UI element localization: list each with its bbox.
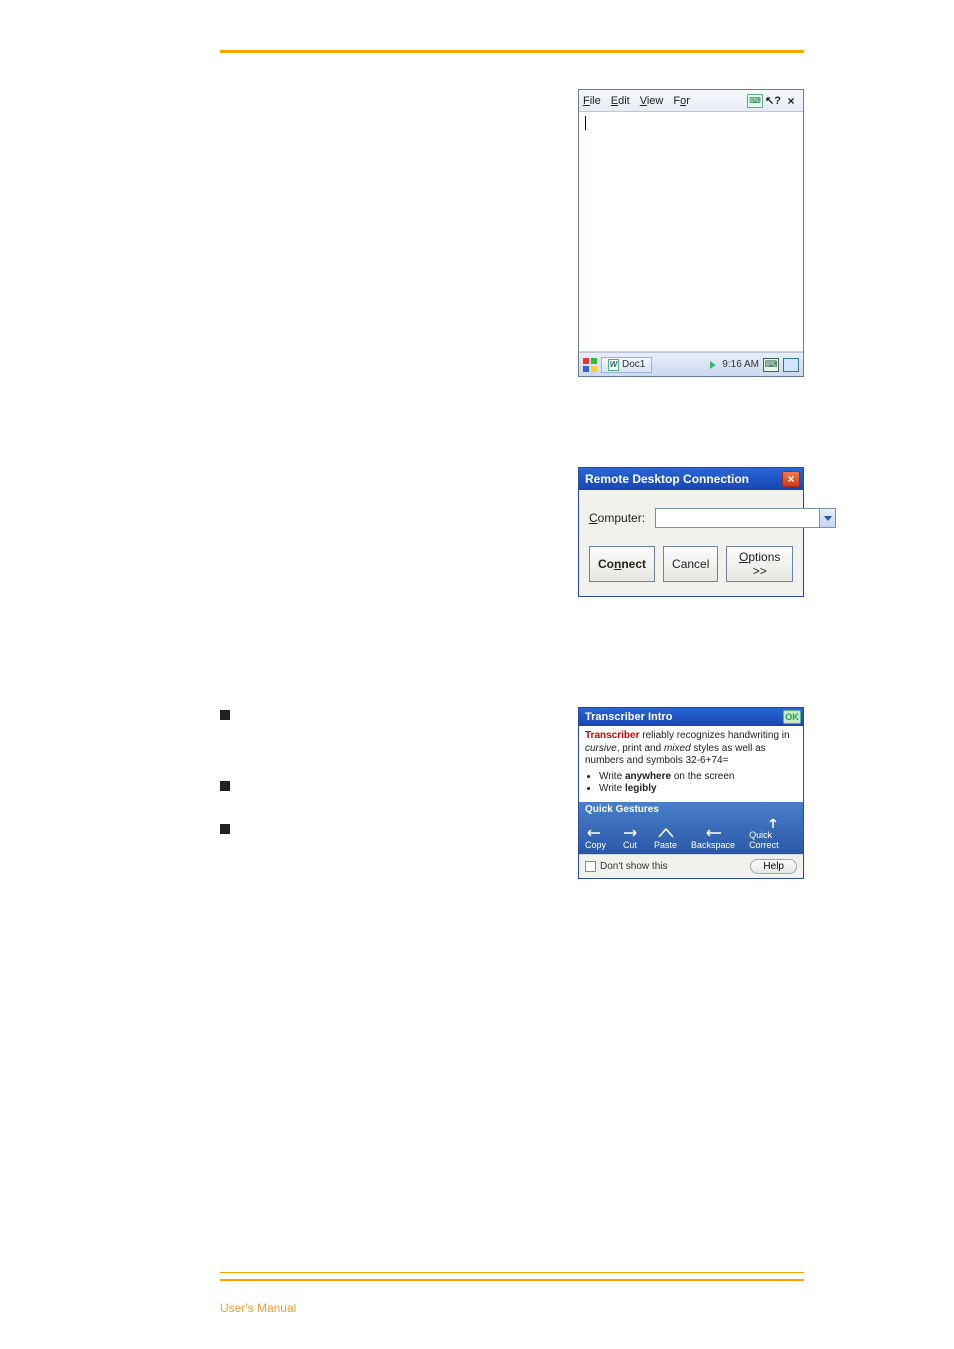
- rdc-computer-input[interactable]: [656, 509, 819, 527]
- transcriber-title-text: Transcriber Intro: [585, 711, 672, 723]
- rdc-computer-label: Computer:: [589, 511, 645, 525]
- taskbar-clock: 9:16 AM: [722, 359, 759, 370]
- gesture-backspace-icon: [703, 827, 723, 839]
- square-bullet-icon: [220, 824, 230, 834]
- gesture-copy-icon: [586, 827, 606, 839]
- gesture-quick-correct-icon: [763, 817, 783, 829]
- gesture-cut-icon: [620, 827, 640, 839]
- dont-show-checkbox[interactable]: [585, 861, 596, 872]
- page-footer: User's Manual: [220, 1272, 804, 1315]
- close-icon[interactable]: ×: [783, 94, 799, 108]
- menu-edit[interactable]: Edit: [611, 95, 630, 107]
- gesture-paste: Paste: [654, 827, 677, 850]
- dont-show-label: Don't show this: [600, 861, 668, 872]
- text-cursor: [585, 116, 586, 130]
- transcriber-bullet: Write anywhere on the screen: [599, 771, 797, 784]
- wordpad-window: FFileile Edit View For ⌨ ↖? × W D: [578, 89, 804, 377]
- gesture-quick-correct: Quick Correct: [749, 817, 797, 850]
- ok-button[interactable]: OK: [783, 710, 801, 724]
- close-icon[interactable]: ×: [782, 471, 800, 487]
- taskbar-doc-label: Doc1: [622, 359, 645, 370]
- bullet-item: [220, 778, 558, 791]
- body-text-placeholder-2: [220, 467, 558, 477]
- input-panel-icon[interactable]: ⌨: [763, 358, 779, 372]
- rdc-computer-combo[interactable]: [655, 508, 836, 528]
- top-rule: [220, 50, 804, 53]
- transcriber-intro-text: Transcriber reliably recognizes handwrit…: [579, 726, 803, 802]
- rdc-titlebar: Remote Desktop Connection ×: [579, 468, 803, 490]
- gesture-paste-icon: [656, 827, 676, 839]
- rdc-title-text: Remote Desktop Connection: [585, 472, 749, 486]
- tray-arrow-icon[interactable]: [710, 361, 716, 369]
- cancel-button[interactable]: Cancel: [663, 546, 718, 582]
- menu-file[interactable]: FFileile: [583, 95, 601, 107]
- square-bullet-icon: [220, 781, 230, 791]
- wordpad-icon: W: [608, 359, 619, 371]
- menu-format[interactable]: For: [673, 95, 690, 107]
- transcriber-bullet: Write legibly: [599, 783, 797, 796]
- dropdown-icon[interactable]: [819, 509, 835, 527]
- taskbar-doc-button[interactable]: W Doc1: [601, 357, 652, 373]
- bullet-item: [220, 707, 558, 720]
- wordpad-menubar: FFileile Edit View For ⌨ ↖? ×: [579, 90, 803, 112]
- quick-gestures-title: Quick Gestures: [585, 804, 797, 815]
- context-help-icon[interactable]: ↖?: [765, 94, 781, 108]
- show-desktop-icon[interactable]: [783, 358, 799, 372]
- connect-button[interactable]: Connect: [589, 546, 655, 582]
- gesture-cut: Cut: [620, 827, 640, 850]
- gesture-backspace: Backspace: [691, 827, 735, 850]
- rdc-window: Remote Desktop Connection × Computer: Co…: [578, 467, 804, 597]
- keyboard-icon[interactable]: ⌨: [747, 94, 763, 108]
- options-button[interactable]: Options >>: [726, 546, 793, 582]
- square-bullet-icon: [220, 710, 230, 720]
- help-button[interactable]: Help: [750, 859, 797, 874]
- menu-view[interactable]: View: [640, 95, 664, 107]
- bullet-item: [220, 821, 558, 834]
- transcriber-window: Transcriber Intro OK Transcriber reliabl…: [578, 707, 804, 879]
- gesture-copy: Copy: [585, 827, 606, 850]
- start-button[interactable]: [583, 358, 597, 372]
- footer-text: User's Manual: [220, 1301, 804, 1315]
- taskbar: W Doc1 9:16 AM ⌨: [579, 352, 803, 376]
- quick-gestures-panel: Quick Gestures Copy Cut Paste: [579, 802, 803, 854]
- body-text-placeholder-1: [220, 89, 558, 99]
- wordpad-document-area[interactable]: [579, 112, 803, 352]
- transcriber-titlebar: Transcriber Intro OK: [579, 708, 803, 726]
